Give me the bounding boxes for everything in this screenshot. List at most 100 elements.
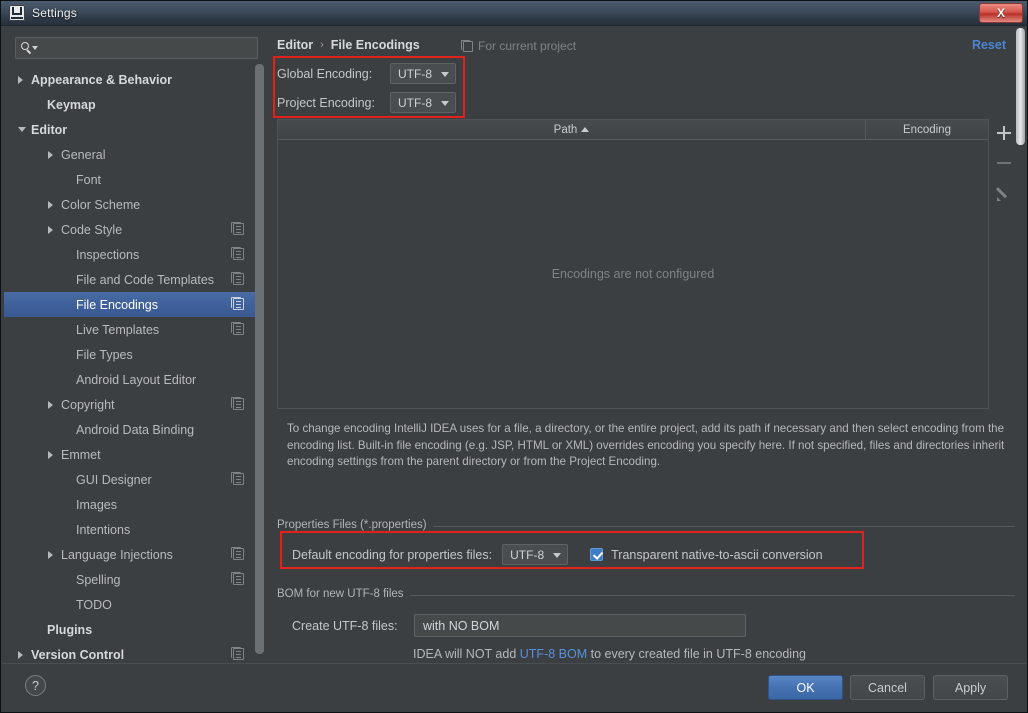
sidebar-item-version-control[interactable]: Version Control (4, 642, 256, 663)
sidebar-item-appearance-behavior[interactable]: Appearance & Behavior (4, 67, 256, 92)
project-scope-icon (461, 39, 473, 52)
ok-button[interactable]: OK (768, 675, 843, 700)
sidebar-item-emmet[interactable]: Emmet (4, 442, 256, 467)
sidebar-item-general[interactable]: General (4, 142, 256, 167)
sidebar-item-live-templates[interactable]: Live Templates (4, 317, 256, 342)
copy-settings-icon (231, 647, 244, 660)
chevron-right-icon[interactable] (18, 75, 23, 84)
sidebar-item-label: File and Code Templates (76, 272, 215, 287)
project-encoding-value: UTF-8 (398, 95, 432, 110)
copy-settings-icon (231, 472, 244, 485)
chevron-right-icon[interactable] (48, 200, 53, 209)
properties-encoding-combo[interactable]: UTF-8 (502, 544, 569, 565)
copy-settings-icon (231, 272, 244, 285)
utf8-bom-link[interactable]: UTF-8 BOM (520, 647, 587, 661)
sidebar-item-color-scheme[interactable]: Color Scheme (4, 192, 256, 217)
help-button[interactable]: ? (25, 675, 46, 696)
chevron-right-icon[interactable] (18, 650, 23, 659)
add-icon[interactable] (994, 123, 1014, 143)
sidebar-item-copyright[interactable]: Copyright (4, 392, 256, 417)
sidebar-item-label: Appearance & Behavior (31, 72, 173, 87)
breadcrumb-parent[interactable]: Editor (277, 38, 313, 52)
sidebar-item-label: Font (76, 172, 102, 187)
sidebar-item-plugins[interactable]: Plugins (4, 617, 256, 642)
sidebar-item-editor[interactable]: Editor (4, 117, 256, 142)
sidebar-item-label: Code Style (61, 222, 123, 237)
chevron-down-icon (553, 553, 562, 558)
chevron-right-icon[interactable] (48, 450, 53, 459)
chevron-right-icon[interactable] (48, 400, 53, 409)
bom-row: Create UTF-8 files: with NO BOM (292, 614, 746, 637)
search-input[interactable] (38, 41, 257, 55)
transparent-conversion-label: Transparent native-to-ascii conversion (611, 547, 823, 562)
copy-settings-icon (231, 297, 244, 310)
bom-group-title: BOM for new UTF-8 files (277, 588, 410, 600)
chevron-right-icon[interactable] (48, 550, 53, 559)
sidebar-item-label: Plugins (47, 622, 93, 637)
copy-settings-icon (231, 572, 244, 585)
chevron-down-icon[interactable] (18, 127, 26, 132)
sidebar-item-keymap[interactable]: Keymap (4, 92, 256, 117)
apply-button[interactable]: Apply (933, 675, 1008, 700)
global-encoding-combo[interactable]: UTF-8 (390, 63, 456, 84)
chevron-right-icon[interactable] (48, 150, 53, 159)
title-bar: Settings X (1, 1, 1027, 26)
edit-pencil-icon[interactable] (994, 183, 1014, 203)
bom-create-value: with NO BOM (423, 618, 500, 633)
properties-encoding-label: Default encoding for properties files: (292, 547, 493, 562)
sidebar-scrollbar-thumb[interactable] (255, 64, 264, 654)
column-header-encoding[interactable]: Encoding (866, 120, 988, 139)
remove-icon[interactable] (994, 153, 1014, 173)
sidebar-item-label: Language Injections (61, 547, 173, 562)
close-icon[interactable]: X (979, 3, 1023, 23)
reset-link[interactable]: Reset (972, 38, 1006, 52)
breadcrumb-separator: › (320, 39, 324, 51)
encodings-table[interactable]: Path Encoding Encodings are not configur… (277, 119, 989, 409)
properties-encoding-value: UTF-8 (510, 547, 545, 562)
sidebar-item-file-encodings[interactable]: File Encodings (4, 292, 256, 317)
sidebar-item-inspections[interactable]: Inspections (4, 242, 256, 267)
sidebar-item-file-and-code-templates[interactable]: File and Code Templates (4, 267, 256, 292)
column-header-path[interactable]: Path (278, 120, 866, 139)
panel-scrollbar-thumb[interactable] (1016, 28, 1025, 145)
sidebar-item-android-layout-editor[interactable]: Android Layout Editor (4, 367, 256, 392)
sidebar-item-label: Live Templates (76, 322, 160, 337)
search-field[interactable] (15, 37, 258, 59)
sidebar-item-spelling[interactable]: Spelling (4, 567, 256, 592)
settings-tree[interactable]: Appearance & Behavior Keymap Editor General… (4, 67, 256, 663)
project-encoding-combo[interactable]: UTF-8 (390, 92, 456, 113)
table-toolbar (991, 119, 1017, 409)
sidebar-item-android-data-binding[interactable]: Android Data Binding (4, 417, 256, 442)
panel-scrollbar[interactable] (1015, 26, 1026, 663)
global-encoding-row: Global Encoding: UTF-8 (277, 63, 456, 84)
transparent-conversion-checkbox[interactable] (590, 548, 604, 561)
sidebar-item-label: Emmet (61, 447, 101, 462)
sidebar-item-gui-designer[interactable]: GUI Designer (4, 467, 256, 492)
sidebar-item-intentions[interactable]: Intentions (4, 517, 256, 542)
bom-create-combo[interactable]: with NO BOM (414, 614, 746, 637)
sidebar-scrollbar[interactable] (255, 64, 264, 660)
sidebar-item-images[interactable]: Images (4, 492, 256, 517)
bom-note-suffix: to every created file in UTF-8 encoding (587, 647, 806, 661)
search-icon (21, 41, 38, 55)
chevron-down-icon (441, 101, 449, 106)
project-encoding-row: Project Encoding: UTF-8 (277, 92, 456, 113)
sidebar-item-code-style[interactable]: Code Style (4, 217, 256, 242)
sidebar-item-file-types[interactable]: File Types (4, 342, 256, 367)
copy-settings-icon (231, 322, 244, 335)
sidebar-item-label: Android Data Binding (76, 422, 195, 437)
sidebar-item-font[interactable]: Font (4, 167, 256, 192)
sidebar-item-label: GUI Designer (76, 472, 152, 487)
table-empty-message: Encodings are not configured (551, 267, 715, 281)
sidebar-item-label: Version Control (31, 647, 125, 662)
dialog-footer: ? OK Cancel Apply (2, 663, 1026, 712)
breadcrumb: Editor › File Encodings (277, 38, 420, 52)
file-encodings-panel: Editor › File Encodings For current proj… (270, 26, 1026, 663)
chevron-right-icon[interactable] (48, 225, 53, 234)
sidebar-item-language-injections[interactable]: Language Injections (4, 542, 256, 567)
breadcrumb-current: File Encodings (330, 38, 420, 52)
sidebar-item-label: File Encodings (76, 297, 158, 312)
column-header-encoding-label: Encoding (903, 123, 951, 136)
sidebar-item-todo[interactable]: TODO (4, 592, 256, 617)
cancel-button[interactable]: Cancel (850, 675, 925, 700)
